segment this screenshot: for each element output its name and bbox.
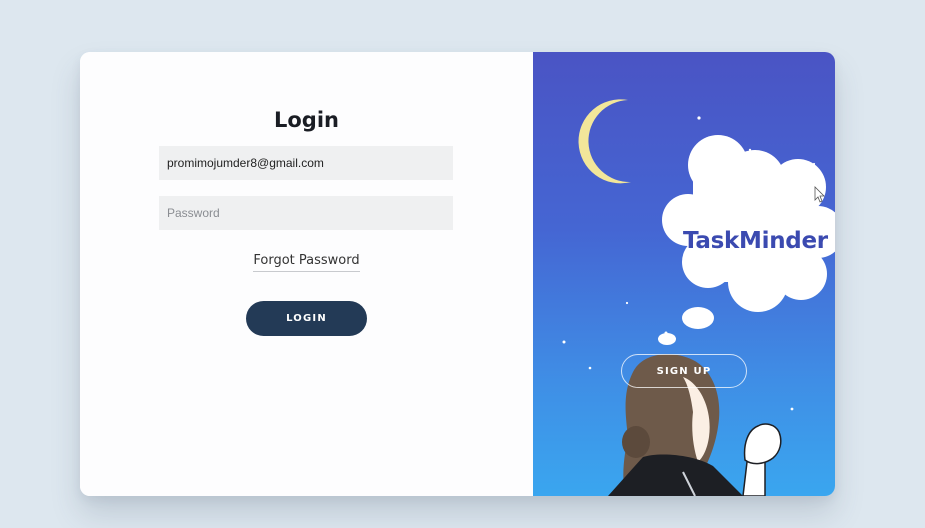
- email-field[interactable]: [159, 146, 453, 180]
- brand-name: TaskMinder: [683, 228, 828, 254]
- panel-illustration: [562, 99, 835, 496]
- login-button[interactable]: LOGIN: [246, 301, 367, 336]
- signup-panel: TaskMinder SIGN UP: [533, 52, 835, 496]
- forgot-password-container: Forgot Password: [80, 251, 533, 272]
- login-panel: Login Forgot Password LOGIN: [80, 52, 533, 496]
- auth-card: Login Forgot Password LOGIN: [80, 52, 835, 496]
- page-title: Login: [274, 108, 339, 132]
- forgot-password-link[interactable]: Forgot Password: [253, 253, 360, 272]
- signup-button[interactable]: SIGN UP: [621, 354, 747, 388]
- password-field[interactable]: [159, 196, 453, 230]
- moon-icon: [578, 99, 631, 184]
